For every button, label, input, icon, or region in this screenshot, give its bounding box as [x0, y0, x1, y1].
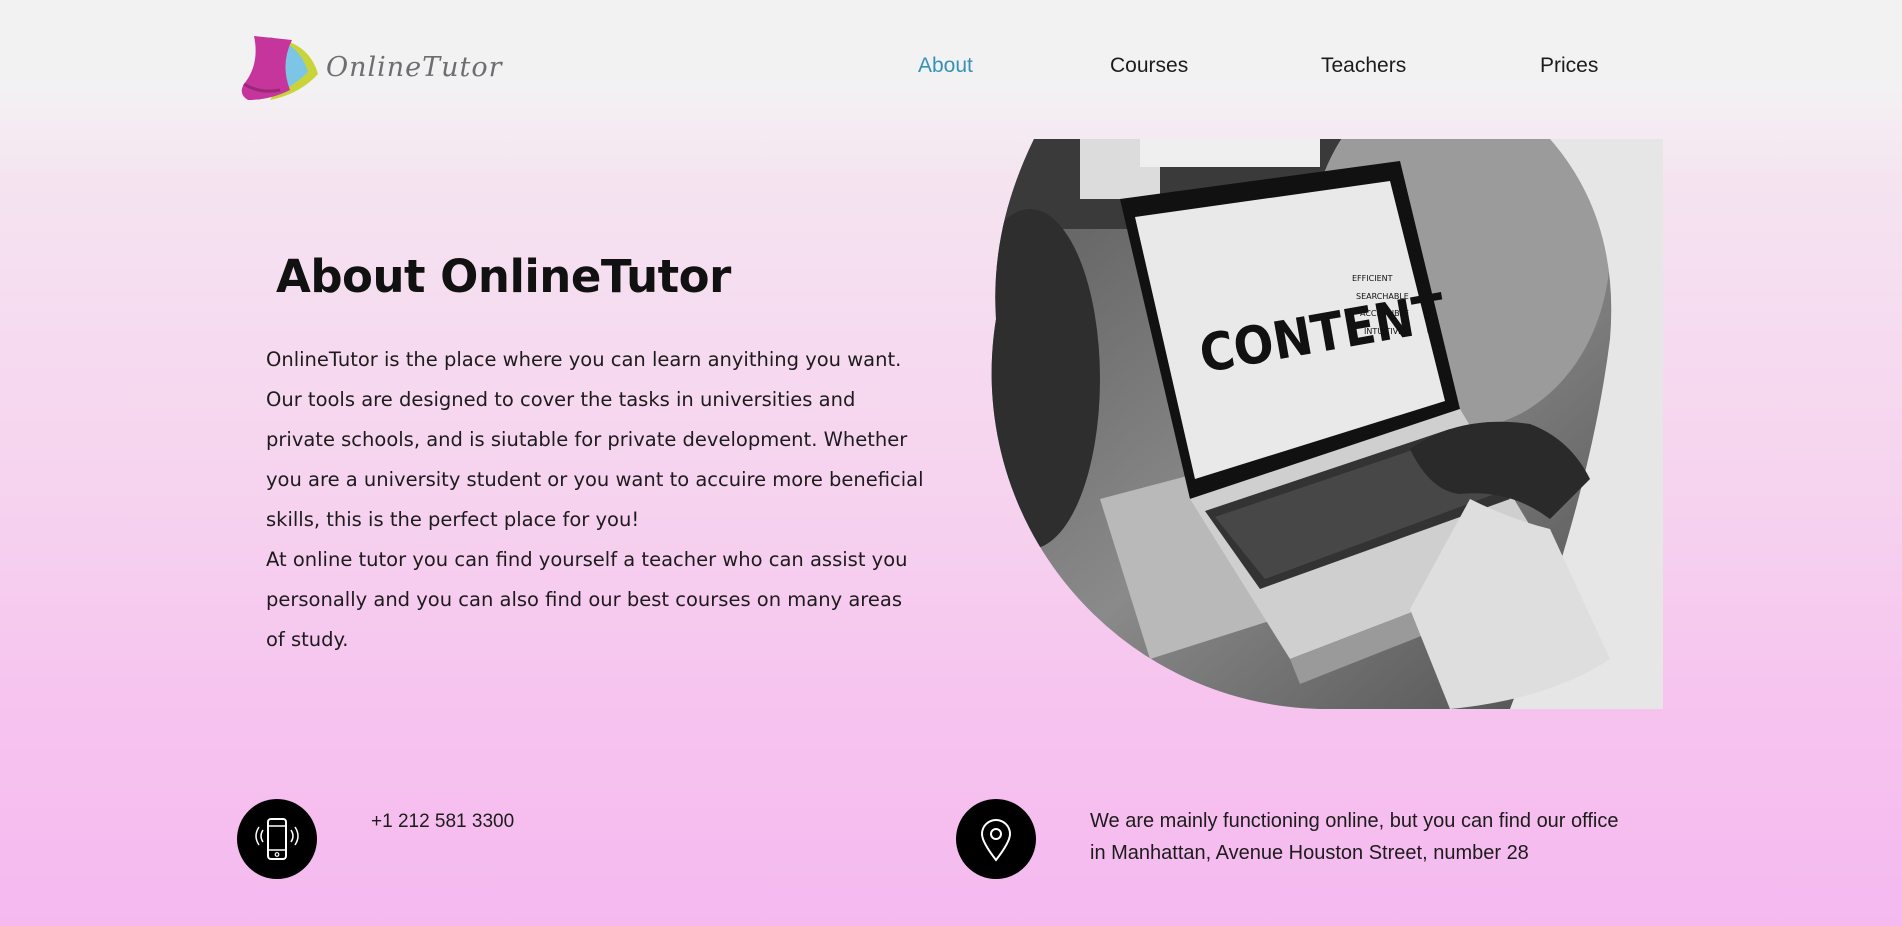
about-paragraph-1: OnlineTutor is the place where you can l… [266, 348, 924, 531]
nav-prices[interactable]: Prices [1540, 54, 1598, 78]
address-line-2: in Manhattan, Avenue Houston Street, num… [1090, 842, 1529, 864]
nav-teachers[interactable]: Teachers [1321, 54, 1406, 78]
screen-tag: EFFICIENT [1352, 274, 1393, 283]
books-logo-icon [241, 36, 318, 100]
screen-tag: SEARCHABLE [1356, 292, 1409, 301]
hero-laptop-photo: CONTENT EFFICIENT SEARCHABLE ACCESSIBLE … [990, 139, 1663, 709]
site-logo[interactable]: OnlineTutor [240, 34, 502, 104]
address-icon-badge [956, 799, 1036, 879]
nav-courses[interactable]: Courses [1110, 54, 1188, 78]
screen-tag: INTUITIVE [1364, 327, 1403, 336]
phone-icon-badge [237, 799, 317, 879]
logo-text: OnlineTutor [326, 52, 503, 83]
page-title: About OnlineTutor [276, 250, 731, 303]
screen-tag: ACCESSIBLE [1360, 309, 1409, 318]
location-pin-icon [980, 819, 1012, 862]
nav-about[interactable]: About [918, 54, 973, 78]
address-line-1: We are mainly functioning online, but yo… [1090, 810, 1619, 832]
smartphone-icon [255, 818, 299, 860]
phone-number[interactable]: +1 212 581 3300 [371, 806, 514, 838]
about-paragraph-2: At online tutor you can find yourself a … [266, 548, 908, 651]
address-text: We are mainly functioning online, but yo… [1090, 805, 1618, 869]
